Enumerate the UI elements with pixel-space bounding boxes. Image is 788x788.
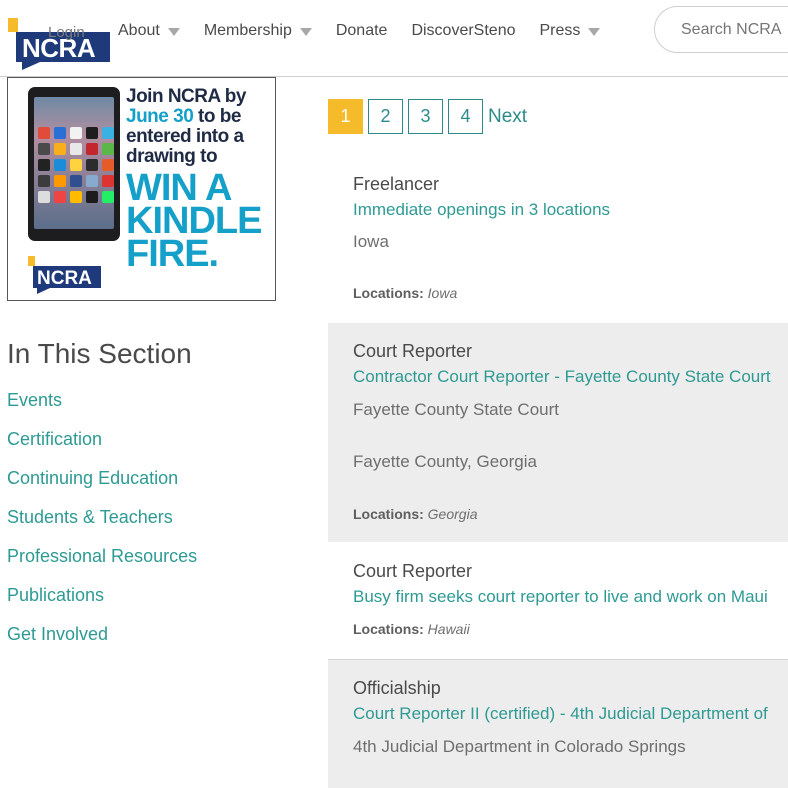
- locations-label: Locations:: [353, 621, 424, 637]
- job-detail: 4th Judicial Department in Colorado Spri…: [353, 737, 686, 756]
- ad-line-4: drawing to: [126, 146, 218, 167]
- app-icon: [38, 127, 50, 139]
- sidebar-item-continuing-education[interactable]: Continuing Education: [7, 467, 197, 506]
- app-icon: [86, 191, 98, 203]
- app-icon: [102, 175, 114, 187]
- app-icon: [54, 175, 66, 187]
- sidebar-item-events[interactable]: Events: [7, 389, 197, 428]
- page-button-2[interactable]: 2: [368, 99, 403, 134]
- locations-value: Iowa: [427, 285, 458, 301]
- app-icon: [86, 143, 98, 155]
- app-icon: [38, 191, 50, 203]
- nav-discoversteno-label: DiscoverSteno: [411, 22, 516, 39]
- app-icon: [70, 159, 82, 171]
- job-listing: Officialship Court Reporter II (certifie…: [328, 659, 788, 788]
- job-detail: Fayette County State Court: [353, 400, 559, 419]
- nav-press-label: Press: [539, 22, 581, 39]
- chevron-down-icon: [299, 28, 312, 36]
- ad-big-line-3: FIRE.: [126, 233, 219, 275]
- job-title-link[interactable]: Contractor Court Reporter - Fayette Coun…: [353, 367, 771, 387]
- pagination: 1 2 3 4 Next: [328, 99, 527, 134]
- app-icon: [54, 143, 66, 155]
- job-title-link[interactable]: Busy firm seeks court reporter to live a…: [353, 587, 768, 607]
- app-icon: [54, 127, 66, 139]
- svg-text:NCRA: NCRA: [37, 268, 92, 289]
- job-category: Freelancer: [353, 174, 440, 194]
- locations-value: Hawaii: [427, 621, 470, 637]
- app-icon: [38, 175, 50, 187]
- job-listing: Court Reporter Busy firm seeks court rep…: [328, 543, 788, 658]
- chevron-down-icon: [588, 28, 601, 36]
- app-icon: [102, 191, 114, 203]
- job-detail: Iowa: [353, 232, 389, 251]
- locations-value: Georgia: [427, 506, 478, 522]
- app-icon: [102, 143, 114, 155]
- locations-label: Locations:: [353, 506, 424, 522]
- app-icon: [86, 127, 98, 139]
- app-icon: [38, 143, 50, 155]
- nav-press[interactable]: Press: [539, 22, 601, 40]
- app-icon: [54, 159, 66, 171]
- job-title-link[interactable]: Immediate openings in 3 locations: [353, 200, 610, 220]
- app-icon: [38, 159, 50, 171]
- ncra-ad-logo: NCRA: [28, 256, 101, 294]
- kindle-promo-banner[interactable]: Join NCRA by June 30 to be entered into …: [7, 77, 276, 301]
- main-nav: About Membership Donate DiscoverSteno Pr…: [118, 22, 624, 40]
- ad-date-highlight: June 30: [126, 106, 194, 127]
- app-icon: [54, 191, 66, 203]
- app-icon: [70, 175, 82, 187]
- job-title-link[interactable]: Court Reporter II (certified) - 4th Judi…: [353, 704, 768, 724]
- app-icon: [102, 159, 114, 171]
- job-listing: Court Reporter Contractor Court Reporter…: [328, 323, 788, 542]
- section-nav: Events Certification Continuing Educatio…: [7, 389, 197, 662]
- app-icon: [70, 127, 82, 139]
- ad-line-2: June 30 to be: [126, 106, 241, 128]
- job-detail: Fayette County, Georgia: [353, 452, 537, 471]
- ad-line-3: entered into a: [126, 126, 244, 147]
- app-icon: [86, 159, 98, 171]
- sidebar-item-certification[interactable]: Certification: [7, 428, 197, 467]
- job-category: Officialship: [353, 678, 441, 698]
- section-title: In This Section: [7, 338, 192, 369]
- app-icon: [86, 175, 98, 187]
- site-header: NCRA Login About Membership Donate Disco…: [0, 0, 788, 77]
- job-category: Court Reporter: [353, 341, 473, 361]
- job-locations: Locations: Georgia: [353, 506, 477, 522]
- sidebar-item-publications[interactable]: Publications: [7, 584, 197, 623]
- page-button-4[interactable]: 4: [448, 99, 483, 134]
- next-page-link[interactable]: Next: [488, 106, 527, 128]
- sidebar-item-get-involved[interactable]: Get Involved: [7, 623, 197, 662]
- nav-about-label: About: [118, 22, 160, 39]
- tablet-screen: [34, 97, 114, 229]
- job-listing: Freelancer Immediate openings in 3 locat…: [328, 156, 788, 322]
- login-link[interactable]: Login: [48, 24, 85, 41]
- search-input[interactable]: [654, 6, 788, 53]
- tablet-image: [28, 87, 120, 241]
- app-icon: [70, 191, 82, 203]
- locations-label: Locations:: [353, 285, 424, 301]
- app-icon: [70, 143, 82, 155]
- nav-about[interactable]: About: [118, 22, 180, 40]
- sidebar-item-students-teachers[interactable]: Students & Teachers: [7, 506, 197, 545]
- nav-discoversteno[interactable]: DiscoverSteno: [411, 22, 515, 40]
- nav-membership[interactable]: Membership: [204, 22, 312, 40]
- job-category: Court Reporter: [353, 561, 473, 581]
- app-icon: [102, 127, 114, 139]
- app-icon-grid: [38, 127, 114, 203]
- nav-donate[interactable]: Donate: [336, 22, 388, 40]
- page-button-3[interactable]: 3: [408, 99, 443, 134]
- ad-line-2-rest: to be: [193, 106, 241, 127]
- sidebar-item-professional-resources[interactable]: Professional Resources: [7, 545, 197, 584]
- job-locations: Locations: Hawaii: [353, 621, 470, 637]
- nav-membership-label: Membership: [203, 22, 292, 39]
- nav-donate-label: Donate: [335, 22, 388, 39]
- job-locations: Locations: Iowa: [353, 285, 457, 301]
- ad-line-1: Join NCRA by: [126, 86, 246, 107]
- page-button-1[interactable]: 1: [328, 99, 363, 134]
- chevron-down-icon: [167, 28, 180, 36]
